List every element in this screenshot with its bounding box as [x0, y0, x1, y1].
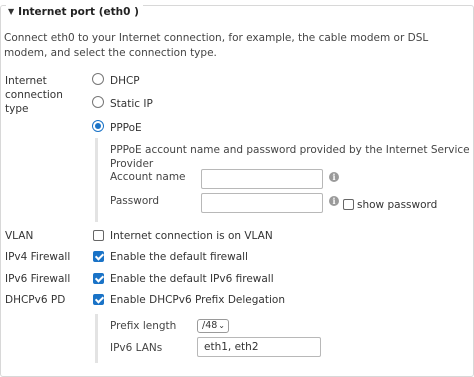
- ipv4-firewall-option-label: Enable the default firewall: [110, 251, 248, 263]
- section-description: Connect eth0 to your Internet connection…: [4, 32, 429, 59]
- connection-type-label: Internet connection type: [5, 75, 63, 115]
- ipv4-firewall-checkbox[interactable]: [93, 251, 104, 262]
- radio-pppoe-label: PPPoE: [110, 122, 142, 134]
- dhcpv6-pd-checkbox[interactable]: [93, 294, 104, 305]
- dhcpv6-pd-option-label: Enable DHCPv6 Prefix Delegation: [110, 294, 285, 306]
- vlan-option-label: Internet connection is on VLAN: [110, 230, 273, 242]
- account-name-label: Account name: [110, 171, 186, 183]
- prefix-length-select[interactable]: /48 ⌄: [197, 319, 229, 333]
- show-password-label: show password: [357, 199, 438, 211]
- radio-dhcp-label: DHCP: [110, 75, 140, 87]
- prefix-length-value: /48: [202, 320, 218, 331]
- vlan-checkbox[interactable]: [93, 230, 104, 241]
- ipv6-firewall-checkbox[interactable]: [93, 273, 104, 284]
- ipv6-firewall-label: IPv6 Firewall: [5, 273, 71, 285]
- ipv6-lans-label: IPv6 LANs: [110, 342, 163, 354]
- password-label: Password: [110, 195, 160, 207]
- vlan-label: VLAN: [5, 230, 34, 242]
- show-password-checkbox[interactable]: [343, 199, 354, 210]
- info-icon[interactable]: i: [329, 172, 339, 182]
- dhcpv6-pd-label: DHCPv6 PD: [5, 294, 66, 306]
- radio-pppoe[interactable]: [92, 120, 104, 132]
- chevron-down-icon: ⌄: [218, 321, 225, 330]
- ipv6-firewall-option-label: Enable the default IPv6 firewall: [110, 273, 274, 285]
- info-icon[interactable]: i: [329, 196, 339, 206]
- password-input[interactable]: [201, 193, 323, 213]
- ipv4-firewall-label: IPv4 Firewall: [5, 251, 71, 263]
- caret-down-icon[interactable]: ▼: [8, 6, 14, 18]
- radio-dhcp[interactable]: [92, 73, 104, 85]
- pppoe-description: PPPoE account name and password provided…: [110, 144, 470, 170]
- section-legend[interactable]: ▼ Internet port (eth0 ): [6, 5, 143, 19]
- ipv6-lans-input[interactable]: [197, 337, 321, 357]
- radio-static-ip[interactable]: [92, 96, 104, 108]
- account-name-input[interactable]: [201, 169, 323, 189]
- prefix-length-label: Prefix length: [110, 320, 177, 332]
- radio-static-ip-label: Static IP: [110, 98, 153, 110]
- section-title: Internet port (eth0 ): [18, 6, 139, 18]
